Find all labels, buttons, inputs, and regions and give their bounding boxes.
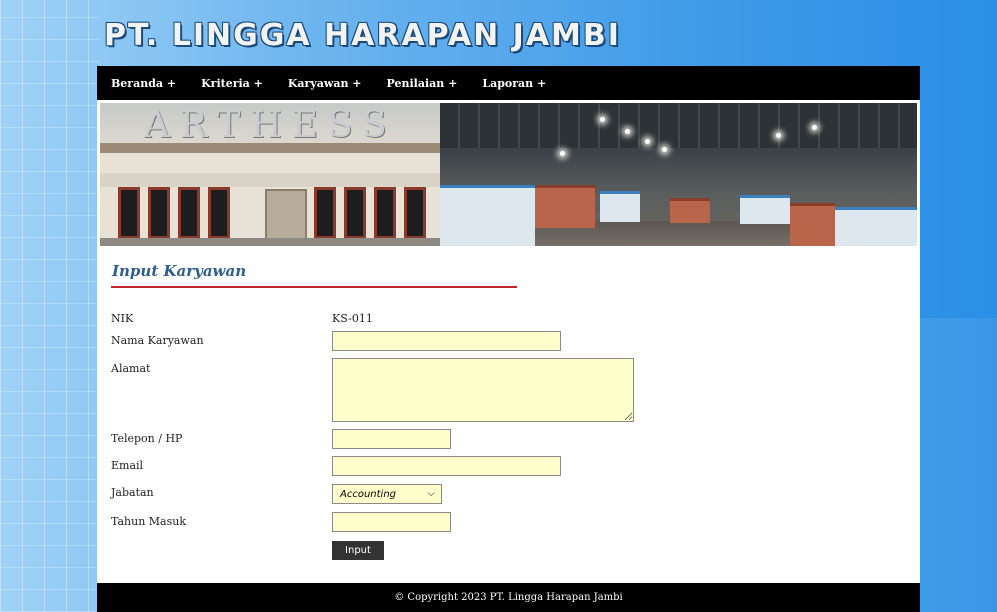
background-grid [0, 0, 100, 612]
nama-karyawan-label: Nama Karyawan [111, 334, 204, 347]
nav-item-kriteria[interactable]: Kriteria + [201, 77, 263, 90]
telepon-label: Telepon / HP [111, 432, 183, 445]
jabatan-label: Jabatan [111, 486, 154, 499]
nav-item-penilaian[interactable]: Penilaian + [387, 77, 458, 90]
footer: © Copyright 2023 PT. Lingga Harapan Jamb… [97, 583, 920, 612]
banner-building: ARTHESS [100, 103, 440, 246]
banner-sign-text: ARTHESS [144, 105, 397, 146]
tahun-masuk-input[interactable] [332, 512, 451, 532]
jabatan-select[interactable]: Accounting ⌵ [332, 484, 442, 504]
alamat-textarea[interactable] [332, 358, 634, 422]
banner-warehouse [440, 103, 917, 246]
main-navbar: Beranda + Kriteria + Karyawan + Penilaia… [97, 66, 920, 100]
nik-value: KS-011 [332, 312, 373, 325]
jabatan-selected-value: Accounting [340, 488, 397, 500]
input-submit-button[interactable]: Input [332, 541, 384, 560]
nav-item-laporan[interactable]: Laporan + [482, 77, 546, 90]
nav-item-karyawan[interactable]: Karyawan + [288, 77, 362, 90]
header-banner-image: ARTHESS [100, 103, 917, 246]
telepon-input[interactable] [332, 429, 451, 449]
nav-item-beranda[interactable]: Beranda + [111, 77, 176, 90]
email-label: Email [111, 459, 144, 472]
form-title: Input Karyawan [112, 262, 247, 280]
chevron-down-icon: ⌵ [427, 488, 435, 499]
nama-karyawan-input[interactable] [332, 331, 561, 351]
email-input[interactable] [332, 456, 561, 476]
page-container: Beranda + Kriteria + Karyawan + Penilaia… [97, 66, 920, 612]
background-band [920, 318, 997, 612]
footer-copyright: © Copyright 2023 PT. Lingga Harapan Jamb… [394, 592, 623, 603]
title-underline [111, 286, 517, 288]
nik-label: NIK [111, 312, 134, 325]
site-title: PT. LINGGA HARAPAN JAMBI [104, 18, 621, 53]
alamat-label: Alamat [111, 362, 151, 375]
tahun-masuk-label: Tahun Masuk [111, 515, 187, 528]
